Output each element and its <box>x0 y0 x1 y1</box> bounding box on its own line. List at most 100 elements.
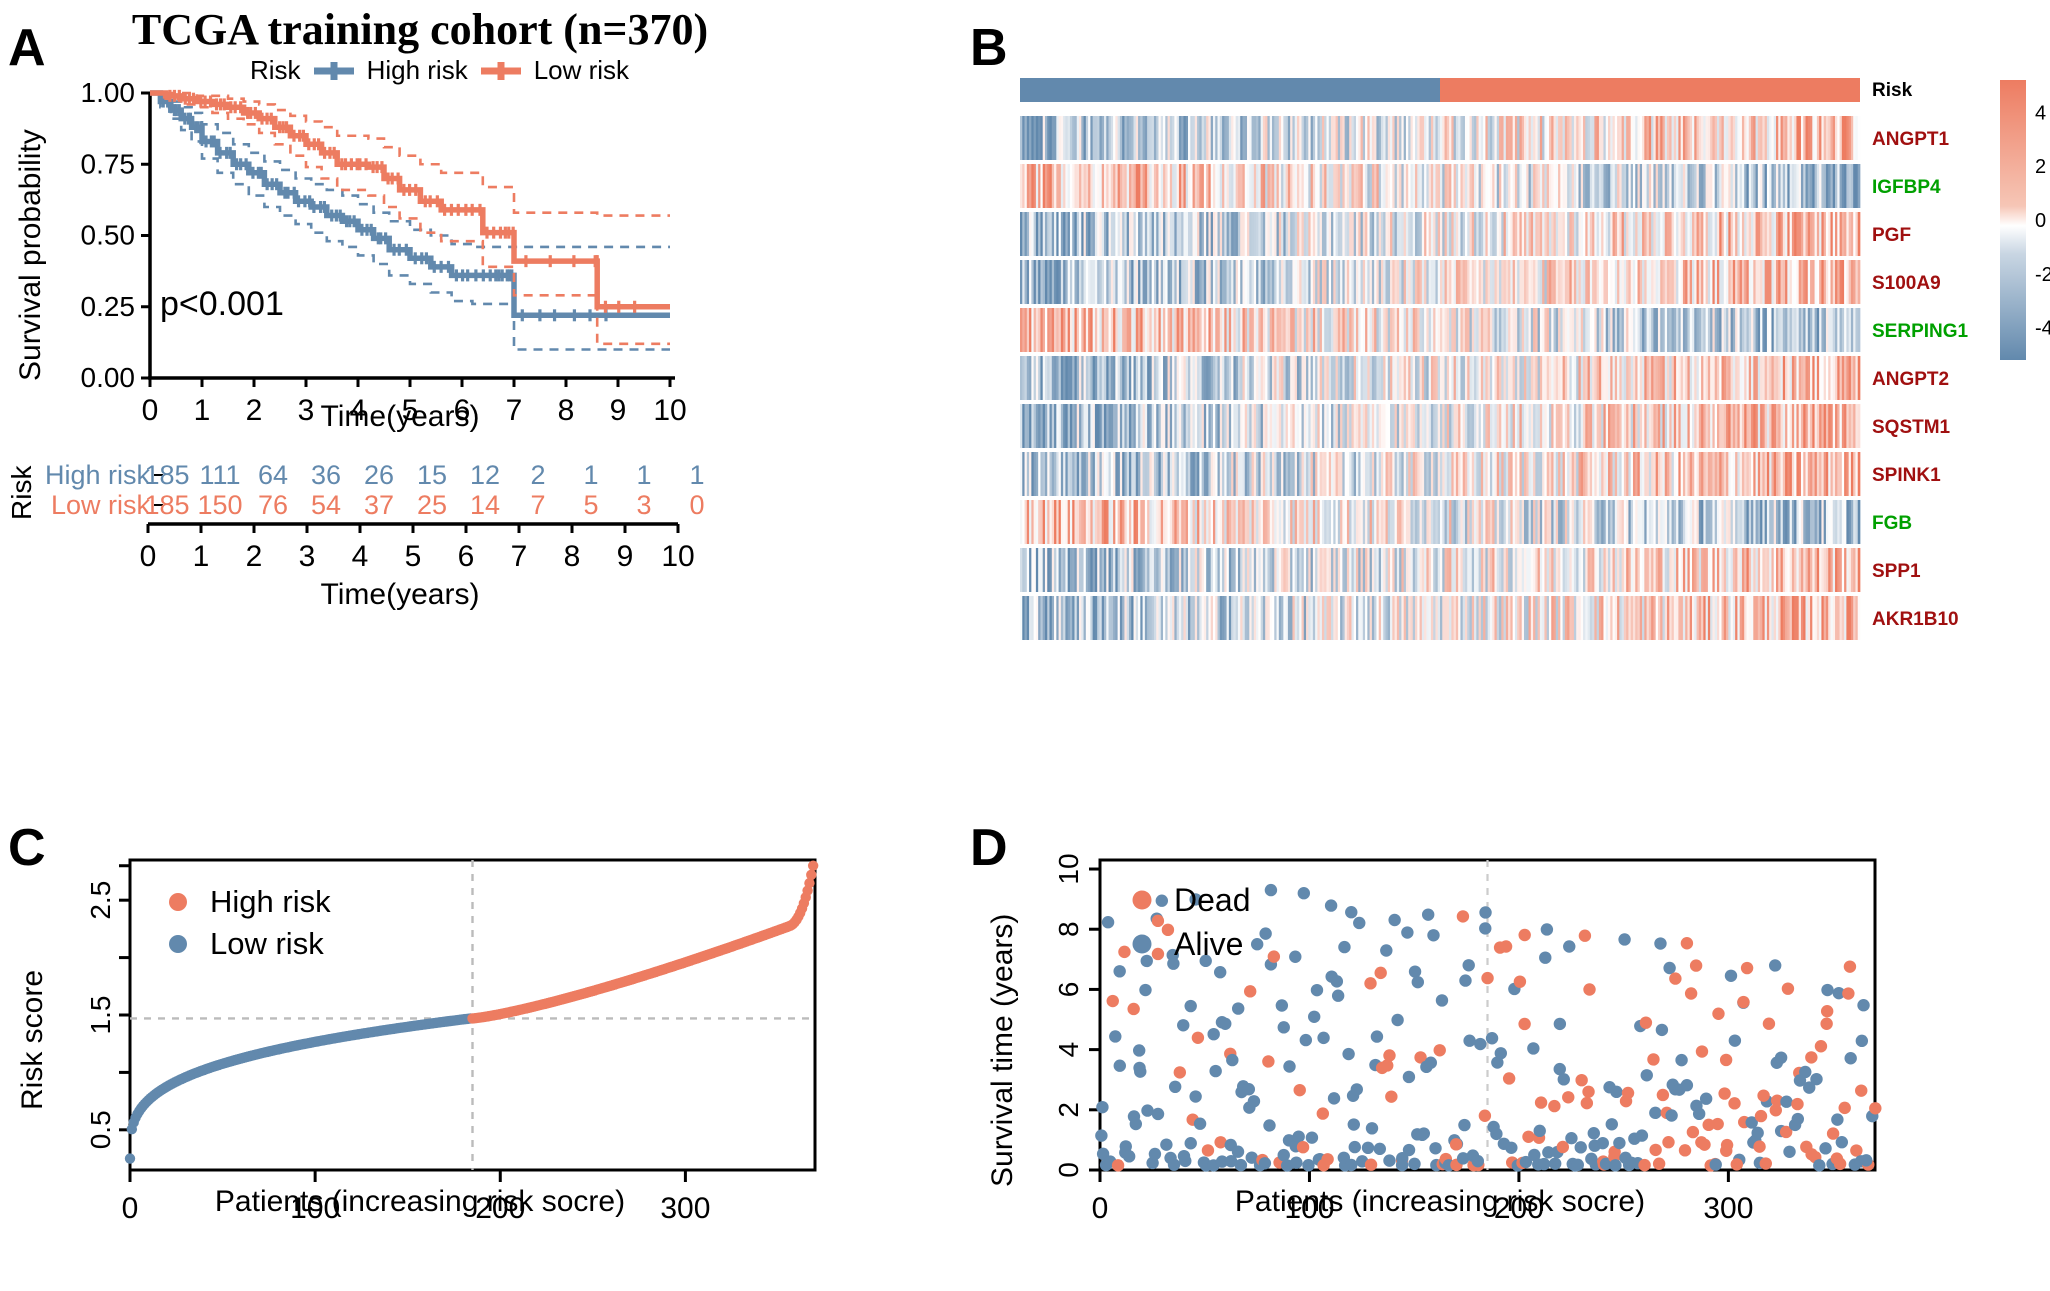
scatter-point <box>1151 947 1165 961</box>
scatter-point <box>1719 1053 1733 1067</box>
scatter-point <box>1179 1154 1192 1168</box>
scatter-point <box>1689 959 1703 972</box>
svg-text:1.00: 1.00 <box>81 77 136 108</box>
scatter-point <box>1833 1157 1847 1171</box>
scatter-point <box>1388 913 1401 927</box>
scatter-point <box>1479 906 1492 919</box>
scatter-point <box>1791 1097 1804 1111</box>
scatter-point <box>1296 1140 1310 1154</box>
risk-table-cell: 1 <box>636 460 652 490</box>
scatter-point <box>1783 1145 1796 1158</box>
scatter-point <box>1324 899 1338 912</box>
scatter-point <box>1805 1051 1818 1064</box>
gene-label: PGF <box>1872 225 1911 246</box>
risk-table-cell: 64 <box>257 460 289 490</box>
scatter-point <box>1640 1069 1653 1082</box>
scatter-point <box>1275 999 1289 1012</box>
scatter-point <box>1813 1159 1826 1172</box>
scatter-point <box>1111 1159 1125 1172</box>
colorbar-tick: -4 <box>2035 318 2050 340</box>
scatter-point <box>1353 916 1366 930</box>
panel-b-heatmap: Risk ANGPT1 IGFBP4 PGF S100A9 SERPING1 ANGPT2… <box>1020 78 2050 640</box>
risk-row-label-low: Low risk <box>50 489 150 520</box>
scatter-point <box>1401 926 1414 939</box>
scatter-point <box>1173 1066 1187 1079</box>
scatter-point <box>1522 1130 1535 1144</box>
scatter-point <box>1449 1138 1463 1151</box>
scatter-point <box>1774 1051 1788 1064</box>
scatter-point <box>1699 1092 1713 1105</box>
svg-text:0.50: 0.50 <box>81 220 136 251</box>
scatter-point <box>1635 1129 1649 1142</box>
risk-table-cell: 36 <box>310 460 342 490</box>
scatter-point <box>1675 1053 1688 1067</box>
scatter-point <box>1820 1005 1834 1018</box>
panel-a-pvalue: p<0.001 <box>160 285 284 323</box>
scatter-point <box>1724 969 1738 982</box>
risk-table-cell: 54 <box>310 490 342 520</box>
scatter-point <box>1621 1086 1635 1100</box>
gene-label: SPINK1 <box>1872 465 1941 486</box>
scatter-point <box>1843 960 1857 973</box>
scatter-point <box>1263 1119 1276 1132</box>
y-tick-label: 2.5 <box>85 881 116 920</box>
svg-text:0: 0 <box>142 394 159 427</box>
scatter-point <box>1474 1037 1487 1051</box>
scatter-point <box>1316 1107 1330 1120</box>
scatter-point <box>1540 923 1554 936</box>
scatter-point <box>1151 914 1165 928</box>
scatter-point <box>1562 1091 1575 1104</box>
scatter-point <box>1753 1140 1766 1153</box>
scatter-point <box>1456 910 1470 923</box>
scatter-point <box>1610 1085 1623 1099</box>
scatter-point <box>1264 883 1278 897</box>
risk-table-row-low: Low risk 185 150 76 54 37 25 14 7 5 3 0 <box>40 489 707 521</box>
scatter-point <box>1654 937 1667 950</box>
scatter-point <box>1571 1158 1584 1172</box>
scatter-point <box>1327 1092 1341 1105</box>
scatter-point <box>1740 961 1754 975</box>
scatter-point <box>1692 1107 1706 1121</box>
scatter-point <box>1842 987 1855 1000</box>
scatter-point <box>1258 1157 1272 1170</box>
legend-label-high-risk: High risk <box>366 55 468 85</box>
scatter-point <box>1109 1030 1122 1043</box>
risk-table-cell: 185 <box>144 460 190 490</box>
scatter-point <box>1548 1099 1561 1113</box>
risk-table-cell: 12 <box>469 460 501 490</box>
risk-table-cell: 37 <box>363 490 395 520</box>
scatter-point <box>1380 944 1393 957</box>
scatter-point <box>1698 1138 1711 1151</box>
scatter-point <box>1421 908 1435 921</box>
scatter-point <box>1686 1125 1700 1139</box>
panel-d: D Survival time (years) 0 2 4 6 8 10 0 100 200 30… <box>970 760 2050 1291</box>
risk-table-cell: 25 <box>416 490 448 520</box>
svg-text:0.75: 0.75 <box>81 148 136 179</box>
scatter-point <box>1662 1136 1675 1149</box>
svg-text:10: 10 <box>661 540 694 573</box>
panel-a-letter: A <box>8 19 46 77</box>
scatter-point <box>1435 994 1449 1007</box>
scatter-point <box>1869 1102 1882 1115</box>
colorbar-tick: -2 <box>2035 264 2050 286</box>
risk-table-cell: 15 <box>416 460 448 490</box>
scatter-point <box>1293 1083 1306 1097</box>
scatter-point <box>1639 1016 1653 1029</box>
scatter-point <box>1433 1044 1446 1057</box>
scatter-point <box>1297 887 1311 900</box>
scatter-point <box>1728 1097 1741 1110</box>
risk-table-xlabel: Time(years) <box>320 578 480 611</box>
panel-a: A TCGA training cohort (n=370) Risk High… <box>0 0 760 760</box>
scatter-point <box>1499 940 1513 953</box>
scatter-point <box>1402 1070 1416 1084</box>
scatter-point <box>1647 1053 1660 1066</box>
risk-table-cell: 5 <box>583 490 599 520</box>
scatter-point <box>1193 1117 1207 1130</box>
scatter-point <box>1348 1140 1361 1154</box>
risk-table-cell: 7 <box>530 490 546 520</box>
scatter-point <box>1505 1141 1518 1154</box>
scatter-point <box>1292 1130 1305 1143</box>
scatter-point <box>1361 1141 1375 1155</box>
scatter-point <box>1754 1109 1768 1123</box>
scatter-point <box>1140 954 1153 968</box>
